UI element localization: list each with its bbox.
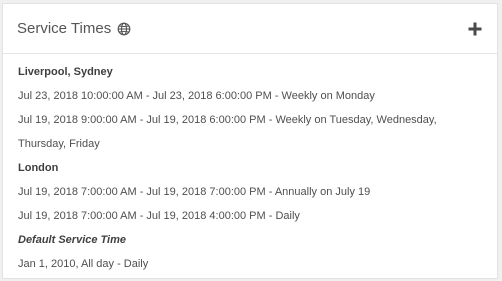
panel-title: Service Times bbox=[17, 20, 112, 37]
service-time-entry: Jul 19, 2018 7:00:00 AM - Jul 19, 2018 7… bbox=[18, 186, 371, 198]
service-times-list: Liverpool, Sydney Jul 23, 2018 10:00:00 … bbox=[3, 54, 497, 276]
add-service-time-button[interactable] bbox=[467, 21, 483, 37]
group-title: Liverpool, Sydney bbox=[18, 66, 113, 78]
globe-icon bbox=[117, 22, 131, 36]
group-title: London bbox=[18, 162, 59, 174]
group-london: London Jul 19, 2018 7:00:00 AM - Jul 19,… bbox=[18, 156, 497, 228]
group-title: Default Service Time bbox=[18, 234, 127, 246]
title-wrap: Service Times bbox=[17, 20, 131, 37]
group-default: Default Service Time Jan 1, 2010, All da… bbox=[18, 228, 497, 276]
service-time-entry: Jul 19, 2018 9:00:00 AM - Jul 19, 2018 6… bbox=[18, 114, 437, 150]
service-time-entry: Jul 23, 2018 10:00:00 AM - Jul 23, 2018 … bbox=[18, 90, 375, 102]
service-time-entry: Jan 1, 2010, All day - Daily bbox=[18, 258, 149, 270]
panel-header: Service Times bbox=[3, 4, 497, 54]
service-times-panel: Service Times Liverpool, Sydney Jul 23, … bbox=[2, 3, 498, 279]
plus-icon bbox=[468, 22, 482, 36]
service-time-entry: Jul 19, 2018 7:00:00 AM - Jul 19, 2018 4… bbox=[18, 210, 300, 222]
group-liverpool-sydney: Liverpool, Sydney Jul 23, 2018 10:00:00 … bbox=[18, 60, 497, 156]
